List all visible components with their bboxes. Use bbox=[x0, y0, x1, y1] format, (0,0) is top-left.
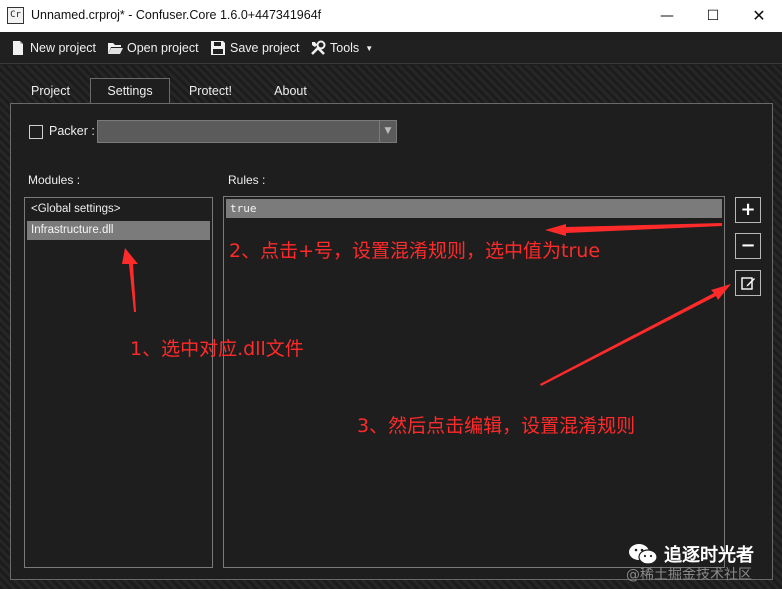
open-project-label: Open project bbox=[127, 41, 199, 55]
close-button[interactable]: ✕ bbox=[736, 0, 782, 32]
modules-list[interactable]: <Global settings> Infrastructure.dll bbox=[24, 197, 213, 568]
remove-rule-button[interactable]: − bbox=[735, 233, 761, 259]
tools-label: Tools bbox=[330, 41, 360, 55]
save-project-label: Save project bbox=[230, 41, 300, 55]
annotation-step2: 2、点击+号，设置混淆规则，选中值为true bbox=[229, 240, 601, 262]
new-file-icon bbox=[13, 41, 23, 55]
maximize-button[interactable]: ☐ bbox=[690, 0, 736, 32]
minimize-button[interactable]: — bbox=[644, 0, 690, 32]
annotation-step3: 3、然后点击编辑，设置混淆规则 bbox=[357, 415, 636, 437]
chevron-down-icon: ▼ bbox=[365, 43, 374, 53]
edit-icon bbox=[741, 277, 755, 290]
new-project-button[interactable]: New project bbox=[10, 39, 96, 57]
edit-rule-button[interactable] bbox=[735, 270, 761, 296]
window-title: Unnamed.crproj* - Confuser.Core 1.6.0+44… bbox=[31, 8, 322, 22]
folder-open-icon bbox=[108, 43, 123, 54]
module-item-global-settings[interactable]: <Global settings> bbox=[27, 200, 210, 219]
tab-settings[interactable]: Settings bbox=[90, 78, 170, 104]
tools-icon bbox=[311, 40, 326, 55]
rule-item-true[interactable]: true bbox=[226, 199, 722, 218]
wechat-icon bbox=[629, 544, 658, 565]
save-project-button[interactable]: Save project bbox=[210, 39, 299, 57]
packer-label: Packer : bbox=[49, 124, 95, 138]
rules-label: Rules : bbox=[228, 173, 266, 187]
tab-about[interactable]: About bbox=[253, 79, 328, 103]
title-bar: Cr Unnamed.crproj* - Confuser.Core 1.6.0… bbox=[0, 0, 782, 32]
chevron-down-icon[interactable]: ▼ bbox=[379, 121, 396, 142]
toolbar: New project Open project Save project To… bbox=[0, 32, 782, 64]
save-icon bbox=[211, 41, 225, 55]
modules-label: Modules : bbox=[28, 173, 81, 187]
packer-checkbox[interactable] bbox=[29, 125, 43, 139]
open-project-button[interactable]: Open project bbox=[107, 39, 199, 57]
app-icon: Cr bbox=[7, 7, 24, 24]
tab-protect[interactable]: Protect! bbox=[173, 79, 248, 103]
tools-menu-button[interactable]: Tools ▼ bbox=[310, 39, 373, 57]
tab-bar: Project Settings Protect! About bbox=[10, 78, 772, 104]
watermark-source: @稀土掘金技术社区 bbox=[626, 567, 752, 583]
new-project-label: New project bbox=[30, 41, 96, 55]
tab-project[interactable]: Project bbox=[14, 79, 87, 103]
packer-dropdown[interactable]: ▼ bbox=[97, 120, 397, 143]
add-rule-button[interactable]: + bbox=[735, 197, 761, 223]
module-item-infrastructure-dll[interactable]: Infrastructure.dll bbox=[27, 221, 210, 240]
annotation-step1: 1、选中对应.dll文件 bbox=[130, 338, 304, 360]
